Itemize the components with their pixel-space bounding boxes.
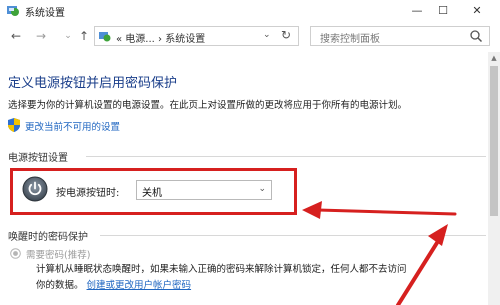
power-button-settings-heading: 电源按钮设置 — [8, 153, 68, 164]
title-bar: 系统设置 — ☐ ✕ — [0, 0, 500, 20]
address-dropdown-chevron-icon[interactable]: ⌄ — [263, 30, 271, 40]
window-title: 系统设置 — [25, 8, 65, 19]
vertical-scrollbar[interactable]: ▲ — [488, 52, 500, 305]
password-description-prefix: 你的数据。 — [36, 280, 84, 291]
maximize-button[interactable]: ☐ — [428, 0, 458, 20]
search-box[interactable]: 搜索控制面板 — [310, 26, 490, 46]
up-arrow-icon[interactable]: ↑ — [76, 28, 92, 44]
close-button[interactable]: ✕ — [462, 0, 492, 20]
section-divider — [100, 235, 486, 236]
page-description: 选择要为你的计算机设置的电源设置。在此页上对设置所做的更改将应用于你所有的电源计… — [8, 100, 408, 111]
control-panel-icon — [99, 32, 111, 42]
password-description: 计算机从睡眠状态唤醒时，如果未输入正确的密码来解除计算机锁定，任何人都不去访问 — [36, 264, 407, 275]
settings-window: 系统设置 — ☐ ✕ ← → ⌄ ↑ « 电源... › 系统设置 ⌄ ↻ 搜索… — [0, 0, 500, 305]
uac-shield-icon — [8, 118, 20, 132]
create-change-password-link[interactable]: 创建或更改用户帐户密码 — [87, 280, 192, 291]
password-protection-heading: 唤醒时的密码保护 — [8, 232, 88, 243]
annotation-highlight-box — [10, 168, 297, 215]
page-title: 定义电源按钮并启用密码保护 — [8, 76, 178, 91]
scroll-thumb[interactable] — [490, 66, 498, 216]
section-divider — [86, 156, 486, 157]
breadcrumb[interactable]: « 电源... › 系统设置 — [116, 30, 205, 45]
refresh-icon[interactable]: ↻ — [281, 28, 291, 42]
radio-selected-icon[interactable] — [10, 248, 21, 259]
back-arrow-icon[interactable]: ← — [8, 28, 24, 44]
search-input[interactable]: 搜索控制面板 — [320, 30, 380, 45]
control-panel-icon — [7, 6, 19, 16]
address-bar[interactable]: « 电源... › 系统设置 ⌄ ↻ — [94, 26, 299, 46]
navigation-bar: ← → ⌄ ↑ « 电源... › 系统设置 ⌄ ↻ 搜索控制面板 — [0, 22, 500, 50]
main-content: 定义电源按钮并启用密码保护 选择要为你的计算机设置的电源设置。在此页上对设置所做… — [0, 52, 488, 305]
password-description-line2: 你的数据。 创建或更改用户帐户密码 — [36, 277, 191, 291]
recent-locations-chevron-icon[interactable]: ⌄ — [60, 28, 76, 44]
change-settings-link-text[interactable]: 更改当前不可用的设置 — [25, 119, 120, 133]
require-password-label: 需要密码(推荐) — [26, 250, 91, 261]
search-icon[interactable] — [469, 29, 483, 43]
scroll-up-arrow-icon[interactable]: ▲ — [488, 52, 500, 64]
forward-arrow-icon[interactable]: → — [33, 28, 49, 44]
